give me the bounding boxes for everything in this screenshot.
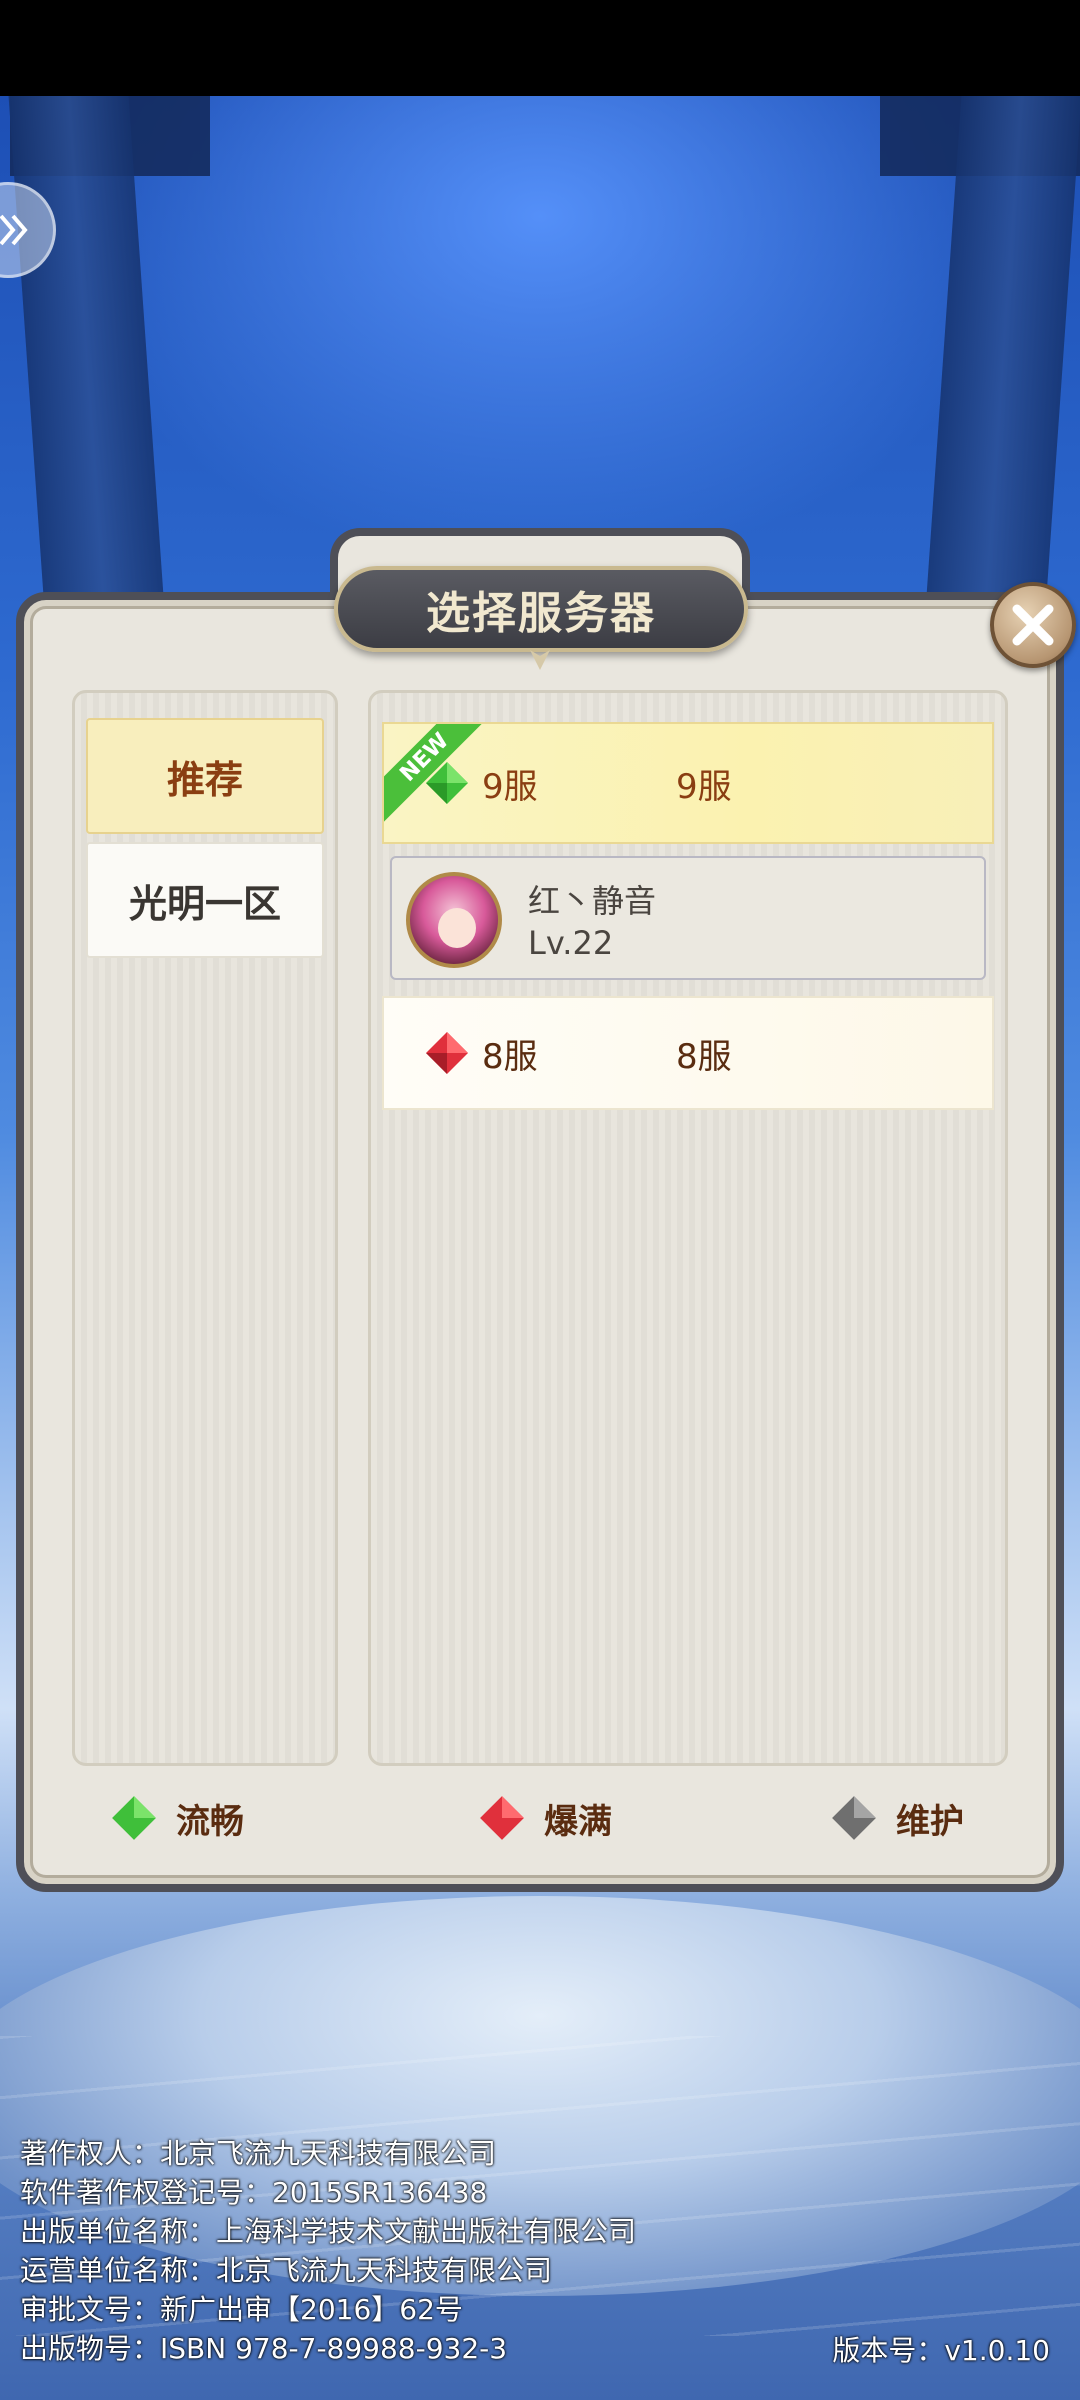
title-ornament-icon — [530, 650, 550, 670]
gray-gem-icon — [832, 1796, 876, 1840]
footer-line: 出版物号：ISBN 978-7-89988-932-3 — [20, 2332, 508, 2365]
green-gem-icon — [112, 1796, 156, 1840]
server-row-8[interactable]: 8服 8服 — [382, 996, 994, 1110]
footer-line: 软件著作权登记号：2015SR136438 — [20, 2176, 488, 2209]
server-list — [368, 690, 1008, 1766]
server-name: 9服 — [482, 766, 538, 807]
server-name-secondary: 8服 — [676, 1036, 732, 1077]
footer-line: 运营单位名称：北京飞流九天科技有限公司 — [20, 2254, 553, 2287]
legend-maintenance: 维护 — [830, 1790, 964, 1846]
server-row-9[interactable]: NEW 9服 9服 — [382, 722, 994, 844]
tab-label: 推荐 — [166, 757, 243, 802]
tab-recommended[interactable]: 推荐 — [86, 718, 324, 834]
footer-line: 审批文号：新广出审【2016】62号 — [20, 2293, 463, 2326]
dialog-title: 选择服务器 — [426, 588, 656, 639]
status-bar — [0, 0, 1080, 96]
avatar — [406, 872, 502, 968]
character-name: 红丶静音 — [528, 882, 657, 920]
status-green-gem-icon — [426, 762, 468, 804]
character-card[interactable]: 红丶静音 Lv.22 — [390, 856, 986, 980]
legend-label: 爆满 — [544, 1801, 612, 1842]
server-name-secondary: 9服 — [676, 766, 732, 807]
character-level: Lv.22 — [528, 924, 614, 962]
red-gem-icon — [480, 1796, 524, 1840]
tab-label: 光明一区 — [128, 881, 281, 926]
status-red-gem-icon — [426, 1032, 468, 1074]
legend-smooth: 流畅 — [110, 1790, 244, 1846]
legend-label: 流畅 — [176, 1801, 244, 1842]
double-chevron-right-icon — [0, 214, 28, 246]
tab-region-1[interactable]: 光明一区 — [86, 842, 324, 958]
legend-full: 爆满 — [478, 1790, 612, 1846]
footer-line: 著作权人：北京飞流九天科技有限公司 — [20, 2137, 497, 2170]
version-label: 版本号：v1.0.10 — [832, 2334, 1050, 2367]
close-button[interactable] — [990, 582, 1076, 668]
legend-label: 维护 — [896, 1801, 964, 1842]
copyright-info: 著作权人：北京飞流九天科技有限公司 软件著作权登记号：2015SR136438 … — [20, 2134, 636, 2368]
footer-line: 出版单位名称：上海科学技术文献出版社有限公司 — [20, 2215, 637, 2248]
server-name: 8服 — [482, 1036, 538, 1077]
avatar-face — [438, 908, 476, 948]
close-icon — [1012, 604, 1054, 646]
